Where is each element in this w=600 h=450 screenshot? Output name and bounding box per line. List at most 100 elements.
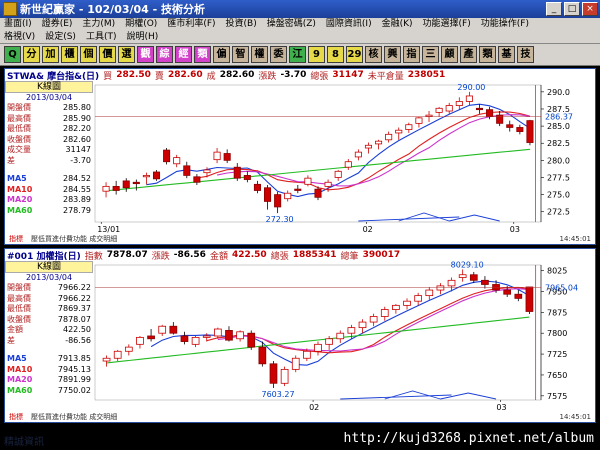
menu-item-7[interactable]: 國際資訊(I) (326, 18, 372, 31)
candle-body[interactable] (395, 129, 403, 134)
candle-body[interactable] (191, 336, 200, 345)
candle-body[interactable] (124, 346, 133, 352)
candle-body[interactable] (173, 157, 181, 165)
candle-body[interactable] (481, 279, 489, 285)
toolbar-button-5[interactable]: 價 (99, 46, 116, 63)
candle-body[interactable] (243, 175, 251, 180)
menu-item-10[interactable]: 功能操作(F) (481, 18, 529, 31)
status-left[interactable]: 指標 (9, 234, 23, 244)
candle-body[interactable] (233, 166, 241, 179)
candle-body[interactable] (314, 188, 322, 198)
candle-body[interactable] (516, 127, 524, 132)
candle-body[interactable] (291, 357, 300, 370)
candle-body[interactable] (465, 95, 473, 102)
toolbar-button-9[interactable]: 經 (175, 46, 192, 63)
candle-body[interactable] (236, 331, 244, 340)
close-button[interactable]: × (582, 2, 598, 16)
candle-body[interactable] (213, 151, 221, 161)
candle-body[interactable] (294, 188, 302, 191)
candle-body[interactable] (113, 350, 122, 359)
toolbar-button-1[interactable]: 分 (23, 46, 40, 63)
toolbar-button-10[interactable]: 類 (194, 46, 211, 63)
menu-item-row2-1[interactable]: 設定(S) (45, 31, 76, 44)
candle-body[interactable] (274, 194, 282, 208)
toolbar-button-6[interactable]: 選 (118, 46, 135, 63)
candle-body[interactable] (425, 114, 433, 117)
candle-body[interactable] (425, 289, 434, 297)
chart-area[interactable]: 8025 7950 7875 7800 7725 7650 7575 7965.04 8029.… (93, 261, 595, 412)
toolbar-button-27[interactable]: 技 (517, 46, 534, 63)
candle-body[interactable] (225, 330, 233, 341)
candle-body[interactable] (180, 335, 189, 342)
candle-body[interactable] (102, 185, 110, 192)
candle-body[interactable] (202, 335, 211, 338)
candle-body[interactable] (304, 177, 312, 185)
chart-area[interactable]: 290.0 287.5 285.0 282.5 280.0 277.5 275.0 272.5… (93, 81, 595, 234)
candle-body[interactable] (380, 309, 389, 317)
menu-item-row2-0[interactable]: 格視(V) (4, 31, 35, 44)
candle-body[interactable] (435, 107, 443, 113)
toolbar-button-19[interactable]: 核 (365, 46, 382, 63)
candle-body[interactable] (358, 321, 367, 329)
candle-body[interactable] (112, 185, 120, 191)
candle-body[interactable] (280, 368, 289, 384)
toolbar-button-16[interactable]: 9 (308, 46, 325, 63)
candle-body[interactable] (334, 170, 342, 178)
candle-body[interactable] (506, 124, 514, 128)
menu-item-row2-3[interactable]: 說明(H) (126, 31, 158, 44)
candle-body[interactable] (147, 335, 155, 340)
toolbar-button-3[interactable]: 櫃 (61, 46, 78, 63)
toolbar-button-12[interactable]: 智 (232, 46, 249, 63)
candle-body[interactable] (264, 187, 272, 202)
candle-body[interactable] (436, 285, 445, 291)
candle-body[interactable] (455, 101, 463, 106)
candle-body[interactable] (258, 346, 267, 365)
toolbar-button-23[interactable]: 顧 (441, 46, 458, 63)
menu-item-0[interactable]: 畫面(I) (4, 18, 32, 31)
toolbar-button-22[interactable]: 三 (422, 46, 439, 63)
candle-body[interactable] (193, 176, 201, 183)
toolbar-button-25[interactable]: 類 (479, 46, 496, 63)
candle-body[interactable] (122, 180, 130, 189)
candle-body[interactable] (447, 279, 456, 287)
candle-body[interactable] (336, 332, 345, 340)
candle-body[interactable] (203, 169, 211, 174)
toolbar-button-4[interactable]: 個 (80, 46, 97, 63)
candle-body[interactable] (445, 105, 453, 112)
toolbar-button-17[interactable]: 8 (327, 46, 344, 63)
candle-body[interactable] (354, 151, 362, 158)
candle-body[interactable] (314, 343, 322, 352)
candle-body[interactable] (385, 133, 393, 141)
toolbar-button-15[interactable]: 江 (289, 46, 306, 63)
candle-body[interactable] (526, 120, 534, 143)
candle-body[interactable] (369, 316, 378, 323)
candle-body[interactable] (284, 192, 292, 200)
candle-body[interactable] (364, 144, 372, 149)
candlestick-chart[interactable]: 80257950787578007725765075757965.048029.… (93, 261, 595, 412)
status-mid[interactable]: 壓低買進付費功能 成交明細 (31, 234, 117, 244)
candle-body[interactable] (152, 171, 161, 180)
toolbar-button-2[interactable]: 加 (42, 46, 59, 63)
minimize-button[interactable]: _ (546, 2, 562, 16)
menu-item-4[interactable]: 匯市利率(F) (167, 18, 215, 31)
candle-body[interactable] (269, 363, 278, 384)
candle-body[interactable] (347, 327, 356, 334)
candle-body[interactable] (253, 183, 261, 191)
menu-item-9[interactable]: 功能選擇(F) (423, 18, 471, 31)
candle-body[interactable] (496, 114, 504, 124)
candle-body[interactable] (405, 124, 413, 130)
candle-body[interactable] (503, 289, 512, 295)
candle-body[interactable] (525, 286, 534, 312)
candle-body[interactable] (415, 117, 423, 124)
candle-body[interactable] (403, 300, 411, 306)
candle-body[interactable] (458, 274, 467, 278)
menu-item-6[interactable]: 操盤密碼(Z) (267, 18, 316, 31)
candle-body[interactable] (247, 332, 256, 348)
candle-body[interactable] (303, 350, 311, 359)
candlestick-chart[interactable]: 290.0287.5285.0282.5280.0277.5275.0272.5… (93, 81, 595, 234)
candle-body[interactable] (132, 181, 140, 185)
menu-item-5[interactable]: 投資(B) (226, 18, 257, 31)
candle-body[interactable] (475, 107, 484, 111)
menu-item-2[interactable]: 主力(M) (82, 18, 115, 31)
toolbar-button-24[interactable]: 產 (460, 46, 477, 63)
